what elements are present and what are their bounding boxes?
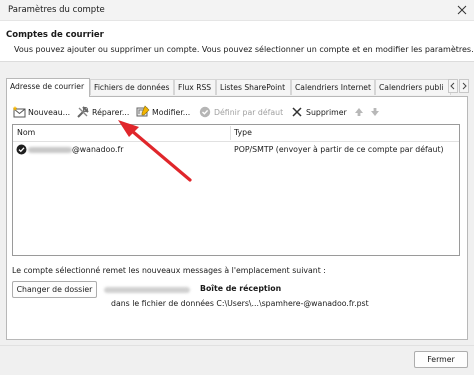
footer-divider (0, 345, 474, 346)
account-type: POP/SMTP (envoyer à partir de ce compte … (234, 145, 444, 154)
tab-strip: Adresse de courrier Fichiers de données … (6, 78, 472, 97)
header-section: Comptes de courrier Vous pouvez ajouter … (0, 21, 474, 62)
section-description: Vous pouvez ajouter ou supprimer un comp… (14, 45, 474, 54)
tab-scroll-left-icon[interactable] (448, 79, 458, 93)
repair-label: Réparer... (92, 107, 130, 117)
repair-tools-icon (76, 105, 90, 119)
close-icon (457, 5, 467, 15)
close-button[interactable]: Fermer (414, 351, 468, 368)
data-file-path: dans le fichier de données C:\Users\...\… (111, 299, 369, 308)
change-folder-button[interactable]: Changer de dossier (12, 281, 97, 298)
redacted-account-name (28, 147, 72, 153)
tab-internet-calendars[interactable]: Calendriers Internet (291, 79, 375, 95)
repair-button[interactable]: Réparer... (76, 103, 129, 121)
account-list: Nom Type @wanadoo.fr POP/SMTP (envoyer à… (12, 124, 460, 256)
section-title: Comptes de courrier (6, 30, 104, 40)
title-bar: Paramètres du compte (0, 0, 474, 21)
tab-email[interactable]: Adresse de courrier (6, 78, 90, 97)
delivery-location-note: Le compte sélectionné remet les nouveaux… (12, 266, 326, 275)
default-check-icon (198, 105, 212, 119)
tab-data-files[interactable]: Fichiers de données (90, 79, 174, 95)
tab-scroll-right-icon[interactable] (459, 79, 469, 93)
account-settings-window: Paramètres du compte Comptes de courrier… (0, 0, 474, 375)
new-account-label: Nouveau... (28, 107, 71, 117)
arrow-up-icon (352, 105, 366, 119)
tab-scroll-arrows[interactable] (448, 79, 470, 94)
modify-button[interactable]: Modifier... (136, 103, 190, 121)
set-default-button[interactable]: Définir par défaut (198, 103, 283, 121)
move-up-button[interactable] (352, 103, 368, 121)
delete-label: Supprimer (306, 107, 347, 117)
redacted-account-path (104, 287, 190, 293)
account-toolbar: Nouveau... Réparer... Modifier... Défini… (12, 103, 462, 121)
tab-sharepoint-lists[interactable]: Listes SharePoint (216, 79, 291, 95)
table-row[interactable]: @wanadoo.fr POP/SMTP (envoyer à partir d… (14, 142, 458, 158)
tab-published-calendars[interactable]: Calendriers publi (375, 79, 451, 95)
set-default-label: Définir par défaut (214, 107, 284, 117)
column-header-type[interactable]: Type (234, 128, 252, 137)
account-list-header: Nom Type (13, 125, 459, 142)
modify-account-icon (136, 105, 150, 119)
move-down-button[interactable] (368, 103, 384, 121)
default-account-check-icon (16, 144, 27, 157)
column-header-name[interactable]: Nom (17, 128, 35, 137)
modify-label: Modifier... (152, 107, 191, 117)
close-window-button[interactable] (452, 1, 472, 19)
inbox-folder-label: Boîte de réception (200, 284, 282, 293)
delete-button[interactable]: Supprimer (290, 103, 347, 121)
arrow-down-icon (368, 105, 382, 119)
delete-x-icon (290, 105, 304, 119)
new-account-button[interactable]: Nouveau... (12, 103, 70, 121)
new-mail-icon (12, 105, 26, 119)
window-title: Paramètres du compte (8, 5, 105, 15)
column-divider[interactable] (230, 126, 231, 140)
account-name: @wanadoo.fr (72, 145, 124, 154)
tab-rss-feeds[interactable]: Flux RSS (174, 79, 216, 95)
